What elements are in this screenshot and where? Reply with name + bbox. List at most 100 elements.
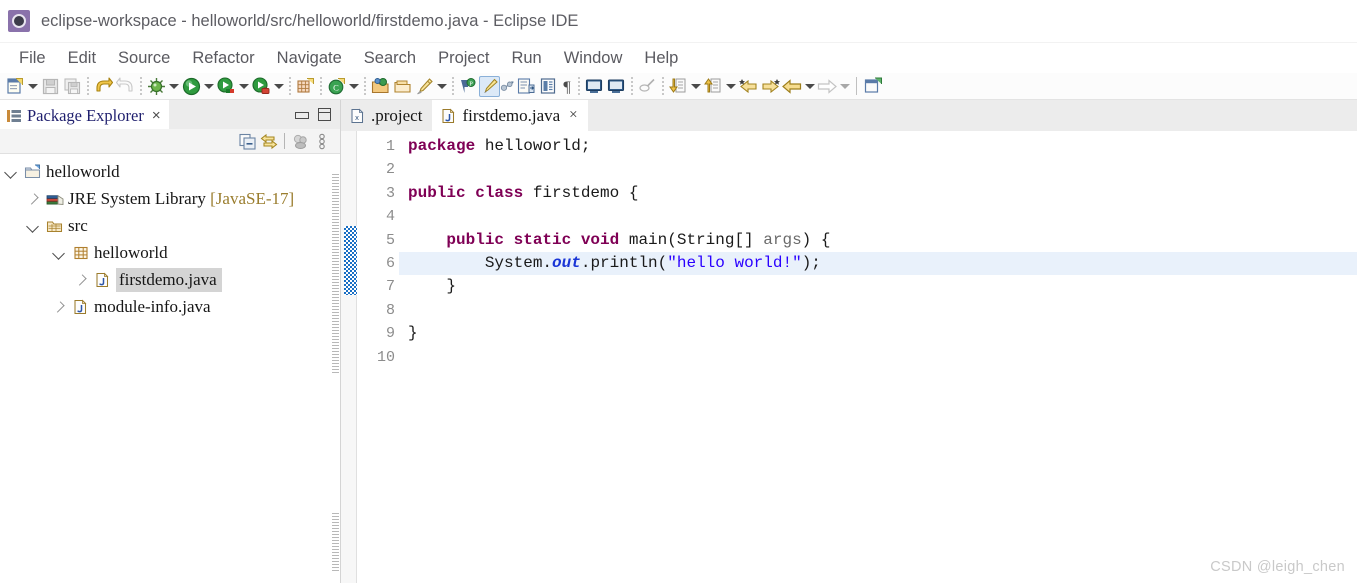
dropdown-arrow-brush[interactable]	[435, 75, 448, 97]
open-type-icon[interactable]	[369, 75, 391, 97]
maximize-button[interactable]	[318, 108, 331, 121]
run-coverage-icon[interactable]	[215, 75, 237, 97]
package-explorer-tree[interactable]: helloworld JRE System Library [JavaSE-17…	[0, 154, 340, 583]
search-type-icon[interactable]: P	[457, 75, 479, 97]
dropdown-arrow-next-annotation[interactable]	[724, 75, 737, 97]
dropdown-arrow-run[interactable]	[202, 75, 215, 97]
terminal-icon[interactable]	[583, 75, 605, 97]
dropdown-arrow-debug[interactable]	[167, 75, 180, 97]
code-line[interactable]	[399, 299, 1357, 322]
run-icon[interactable]	[180, 75, 202, 97]
svg-text:x: x	[355, 113, 359, 122]
close-icon[interactable]: ×	[569, 108, 577, 123]
tab-firstdemo-java[interactable]: firstdemo.java ×	[432, 100, 588, 131]
collapse-all-icon[interactable]	[236, 130, 258, 152]
menu-refactor[interactable]: Refactor	[181, 43, 265, 73]
profile-icon[interactable]	[250, 75, 272, 97]
menu-navigate[interactable]: Navigate	[266, 43, 353, 73]
package-explorer-tab-row: Package Explorer ×	[0, 100, 340, 129]
package-explorer-view: Package Explorer × helloworld JRE System…	[0, 100, 341, 583]
pilcrow-icon[interactable]: ¶	[559, 75, 574, 97]
code-line[interactable]: package helloworld;	[399, 135, 1357, 158]
debug-icon[interactable]	[145, 75, 167, 97]
window-title-bar: eclipse-workspace - helloworld/src/hello…	[0, 0, 1357, 43]
code-token: "hello world!"	[667, 253, 802, 272]
line-number: 2	[385, 161, 395, 179]
tree-item-label: firstdemo.java	[116, 267, 222, 292]
toolbar-separator-7	[574, 75, 583, 97]
link-with-editor-icon[interactable]	[258, 130, 280, 152]
tree-item-jre-system-library[interactable]: JRE System Library [JavaSE-17]	[0, 185, 340, 212]
tree-item-helloworld-project[interactable]: helloworld	[0, 158, 340, 185]
code-editor[interactable]: package helloworld; public class firstdem…	[399, 131, 1357, 583]
watermark: CSDN @leigh_chen	[1210, 559, 1345, 575]
menu-file[interactable]: File	[8, 43, 57, 73]
tree-item-src[interactable]: src	[0, 212, 340, 239]
dropdown-arrow-prev-annotation[interactable]	[689, 75, 702, 97]
code-line[interactable]: System.out.println("hello world!");	[399, 251, 1357, 276]
back-icon[interactable]	[781, 75, 803, 97]
view-menu-icon[interactable]	[311, 130, 333, 152]
show-whitespace-icon[interactable]	[515, 75, 537, 97]
tree-item-module-info-java[interactable]: module-info.java	[0, 293, 340, 320]
tree-item-label: helloworld	[94, 242, 168, 262]
close-icon[interactable]: ×	[152, 108, 161, 123]
change-ruler[interactable]	[341, 131, 357, 583]
dropdown-arrow-profile[interactable]	[272, 75, 285, 97]
editor-tab-row: x .project firstdemo.java ×	[341, 100, 1357, 131]
back-star-icon[interactable]	[737, 75, 759, 97]
eclipse-icon	[8, 10, 30, 32]
code-line[interactable]: }	[399, 275, 1357, 298]
tab-project-file[interactable]: x .project	[341, 100, 433, 131]
forward-star-icon[interactable]	[759, 75, 781, 97]
toggle-mark-occurrences-icon[interactable]	[479, 75, 500, 97]
code-line[interactable]: public class firstdemo {	[399, 182, 1357, 205]
svg-text:P: P	[469, 80, 473, 87]
code-line[interactable]: public static void main(String[] args) {	[399, 229, 1357, 252]
link-editor-icon[interactable]	[500, 75, 515, 97]
line-number: 10	[376, 348, 395, 366]
dropdown-arrow-back[interactable]	[803, 75, 816, 97]
save-icon[interactable]	[39, 75, 61, 97]
undo-icon[interactable]	[92, 75, 114, 97]
menu-project[interactable]: Project	[427, 43, 500, 73]
code-line[interactable]	[399, 158, 1357, 181]
xml-file-icon: x	[350, 108, 365, 124]
menu-source[interactable]: Source	[107, 43, 181, 73]
tree-item-firstdemo-java[interactable]: firstdemo.java	[0, 266, 340, 293]
new-window-icon[interactable]	[862, 75, 884, 97]
toolbar-separator-5	[360, 75, 369, 97]
menu-help[interactable]: Help	[633, 43, 689, 73]
menu-window[interactable]: Window	[553, 43, 634, 73]
code-line[interactable]	[399, 346, 1357, 369]
tree-item-label: src	[68, 215, 88, 235]
save-all-icon[interactable]	[61, 75, 83, 97]
open-task-icon[interactable]	[391, 75, 413, 97]
new-wizard-icon[interactable]	[4, 75, 26, 97]
minimize-button[interactable]	[295, 109, 309, 120]
explorer-scrollbar-lower[interactable]	[332, 513, 339, 573]
dropdown-arrow-new[interactable]	[26, 75, 39, 97]
previous-annotation-icon[interactable]	[667, 75, 689, 97]
terminal-icon-2[interactable]	[605, 75, 627, 97]
menu-search[interactable]: Search	[353, 43, 427, 73]
show-source-icon[interactable]	[537, 75, 559, 97]
line-number: 7	[385, 278, 395, 296]
menu-edit[interactable]: Edit	[57, 43, 107, 73]
editor-tab-label: .project	[371, 105, 423, 125]
open-brush-icon[interactable]	[413, 75, 435, 97]
code-line[interactable]: }	[399, 322, 1357, 345]
dropdown-arrow-newclass[interactable]	[347, 75, 360, 97]
package-explorer-tab[interactable]: Package Explorer ×	[0, 100, 169, 129]
dropdown-arrow-forward[interactable]	[838, 75, 851, 97]
next-annotation-icon[interactable]	[702, 75, 724, 97]
dropdown-arrow-coverage[interactable]	[237, 75, 250, 97]
tree-item-package-helloworld[interactable]: helloworld	[0, 239, 340, 266]
package-explorer-icon	[6, 108, 22, 124]
code-line[interactable]	[399, 205, 1357, 228]
menu-run[interactable]: Run	[500, 43, 552, 73]
new-java-class-icon[interactable]: C	[325, 75, 347, 97]
view-window-buttons	[295, 100, 340, 129]
explorer-scrollbar-upper[interactable]	[332, 174, 339, 374]
new-java-project-icon[interactable]	[294, 75, 316, 97]
